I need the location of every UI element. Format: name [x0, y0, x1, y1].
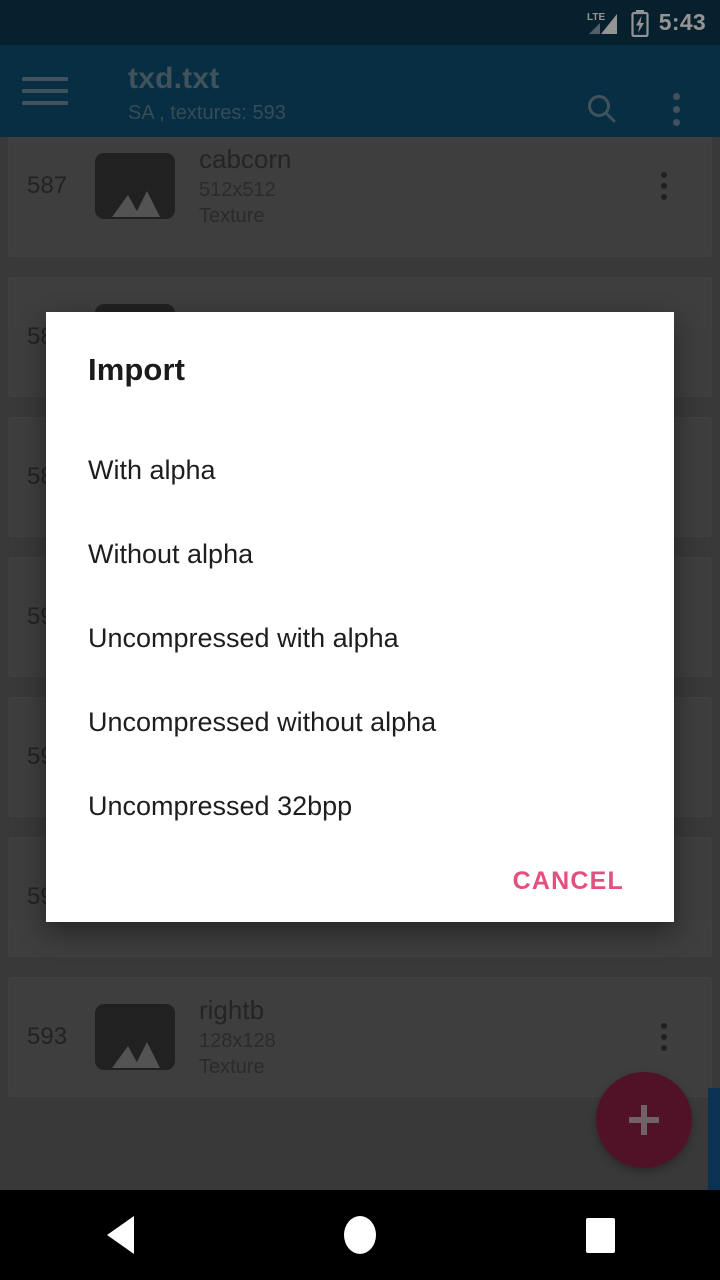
dialog-option-with-alpha[interactable]: With alpha — [46, 428, 674, 512]
back-triangle-icon[interactable] — [65, 1190, 175, 1280]
home-circle-icon[interactable] — [305, 1190, 415, 1280]
recents-square-icon[interactable] — [545, 1190, 655, 1280]
dialog-option-without-alpha[interactable]: Without alpha — [46, 512, 674, 596]
phone-screen: 587 cabcorn 512x512 Texture 588 — [0, 0, 720, 1280]
import-dialog: Import With alpha Without alpha Uncompre… — [46, 312, 674, 922]
dialog-title: Import — [88, 352, 186, 387]
dialog-option-uncompressed-without-alpha[interactable]: Uncompressed without alpha — [46, 680, 674, 764]
dialog-option-uncompressed-32bpp[interactable]: Uncompressed 32bpp — [46, 764, 674, 848]
dialog-option-uncompressed-with-alpha[interactable]: Uncompressed with alpha — [46, 596, 674, 680]
cancel-button[interactable]: CANCEL — [507, 855, 630, 908]
dialog-option-list: With alpha Without alpha Uncompressed wi… — [46, 428, 674, 848]
dialog-actions: CANCEL — [46, 855, 674, 908]
android-navigation-bar — [0, 1190, 720, 1280]
